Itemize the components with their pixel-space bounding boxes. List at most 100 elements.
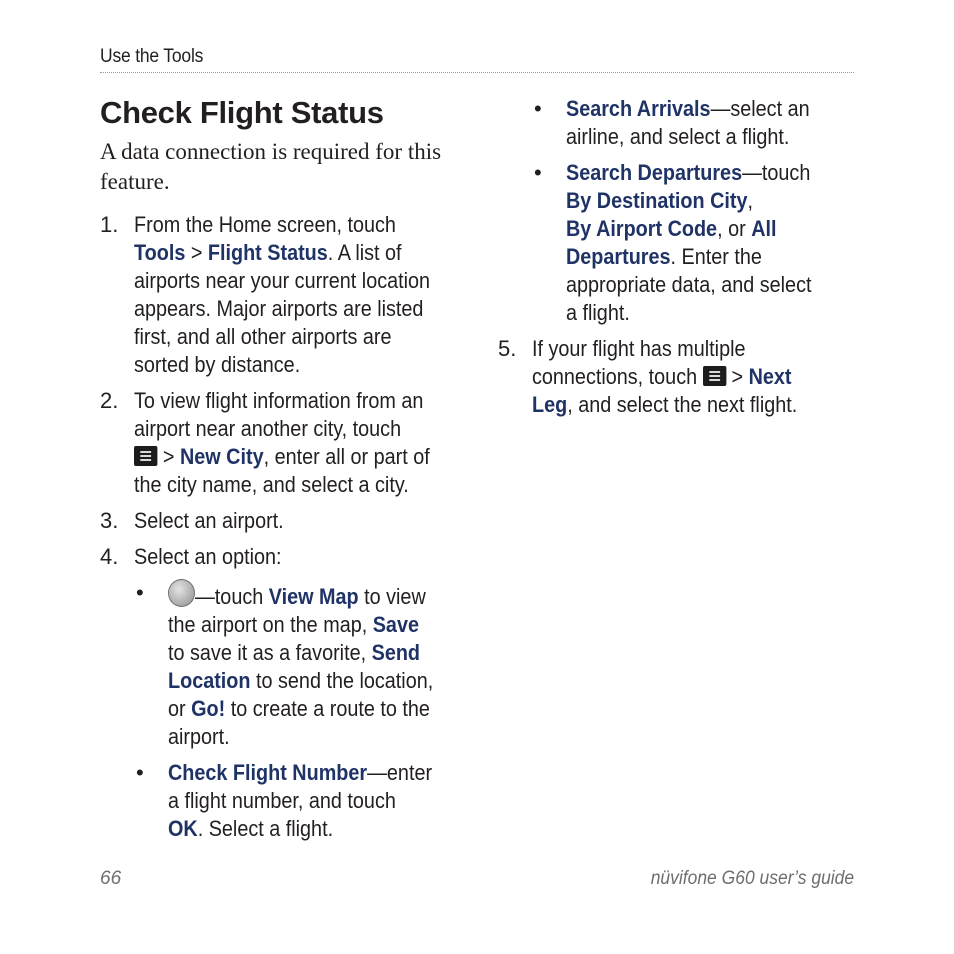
option-text: —touch xyxy=(742,160,811,185)
tools-link[interactable]: Tools xyxy=(134,240,185,265)
left-column: Check Flight Status A data connection is… xyxy=(100,93,470,843)
menu-icon xyxy=(702,366,727,386)
step-text: To view flight information from an xyxy=(134,388,424,413)
option-text: to view xyxy=(358,584,426,609)
option-text: the airport on the map, xyxy=(168,612,373,637)
option-text: , xyxy=(747,188,754,213)
step-number: 3. xyxy=(100,508,119,533)
option-text: or Go! to create a route to the xyxy=(168,695,440,723)
flight-status-link[interactable]: Flight Status xyxy=(208,240,328,265)
option-text: —enter xyxy=(367,760,433,785)
go-link[interactable]: Go! xyxy=(191,696,225,721)
next-leg-link[interactable]: Next xyxy=(749,364,792,389)
pushpin-icon[interactable] xyxy=(168,579,195,607)
page-title: Check Flight Status xyxy=(100,95,384,130)
page-number: 66 xyxy=(100,868,122,889)
option-text: to create a route to the xyxy=(225,696,430,721)
option-text: appropriate data, and select xyxy=(566,272,812,297)
step-4: 4. Select an option: • —touch View Map t… xyxy=(100,543,470,843)
bullet: • xyxy=(534,96,542,121)
view-map-link[interactable]: View Map xyxy=(269,584,359,609)
option-text: Location to send the location, xyxy=(168,667,440,695)
intro-line: feature. xyxy=(100,169,170,194)
option-text: a flight. xyxy=(566,300,630,325)
separator: > xyxy=(157,444,180,469)
intro-line: A data connection is required for this xyxy=(100,139,442,164)
by-airport-code-link[interactable]: By Airport Code xyxy=(566,216,717,241)
option-text: , or xyxy=(717,216,752,241)
step-number: 1. xyxy=(100,212,119,237)
save-link[interactable]: Save xyxy=(373,612,419,637)
option-text: —touch xyxy=(195,584,269,609)
option-text: By Destination City, xyxy=(566,187,829,215)
step-text: From the Home screen, touch xyxy=(134,212,396,237)
separator: > xyxy=(726,364,749,389)
option-check-flight-number: • Check Flight Number—enter a flight num… xyxy=(134,759,470,843)
option-text: —select an xyxy=(710,96,810,121)
check-flight-number-link[interactable]: Check Flight Number xyxy=(168,760,367,785)
guide-title: nüvifone G60 user’s guide xyxy=(650,868,854,889)
step-text: , enter all or part of xyxy=(263,444,430,469)
step-text: > New City, enter all or part of xyxy=(134,443,436,471)
step-number: 4. xyxy=(100,544,119,569)
search-departures-link[interactable]: Search Departures xyxy=(566,160,742,185)
option-text: Search Departures—touch xyxy=(566,159,829,187)
option-text: Check Flight Number—enter xyxy=(168,759,440,787)
bullet: • xyxy=(534,160,542,185)
step-5: 5. If your flight has multiple connectio… xyxy=(498,335,858,419)
step-text: the city name, and select a city. xyxy=(134,472,409,497)
bullet: • xyxy=(136,580,144,605)
step-text: first, and all other airports are xyxy=(134,324,392,349)
header-divider xyxy=(100,72,854,73)
step-2: 2. To view flight information from an ai… xyxy=(100,387,470,499)
step-text: appears. Major airports are listed xyxy=(134,296,424,321)
option-text: . Enter the xyxy=(670,244,762,269)
option-text: —touch View Map to view xyxy=(168,579,440,611)
step-number: 2. xyxy=(100,388,119,413)
option-search-arrivals: • Search Arrivals—select an airline, and… xyxy=(532,95,858,151)
option-pushpin: • —touch View Map to view the airport on… xyxy=(134,579,470,751)
option-text: . Select a flight. xyxy=(197,816,334,841)
by-destination-city-link[interactable]: By Destination City xyxy=(566,188,748,213)
ok-link[interactable]: OK xyxy=(168,816,198,841)
step-text: airport near another city, touch xyxy=(134,416,402,441)
option-text: By Airport Code, or All xyxy=(566,215,829,243)
step-text: Tools > Flight Status. A list of xyxy=(134,239,436,267)
step-text: Select an option: xyxy=(134,544,282,569)
next-leg-link[interactable]: Leg xyxy=(532,392,567,417)
step-text: Select an airport. xyxy=(134,508,284,533)
send-link[interactable]: Send xyxy=(372,640,420,665)
search-arrivals-link[interactable]: Search Arrivals xyxy=(566,96,711,121)
step-text: , and select the next flight. xyxy=(567,392,798,417)
option-text: Search Arrivals—select an xyxy=(566,95,829,123)
option-text: OK. Select a flight. xyxy=(168,815,440,843)
step-text: sorted by distance. xyxy=(134,352,301,377)
option-text: a flight number, and touch xyxy=(168,788,396,813)
new-city-link[interactable]: New City xyxy=(180,444,264,469)
option-text: airline, and select a flight. xyxy=(566,124,790,149)
step-text: connections, touch xyxy=(532,364,703,389)
location-link[interactable]: Location xyxy=(168,668,251,693)
intro-text: A data connection is required for this f… xyxy=(100,137,470,197)
all-departures-link[interactable]: All xyxy=(751,216,776,241)
menu-icon xyxy=(134,446,158,466)
option-text: the airport on the map, Save xyxy=(168,611,440,639)
running-head: Use the Tools xyxy=(100,46,204,67)
step-text: If your flight has multiple xyxy=(532,336,746,361)
step-text: Leg, and select the next flight. xyxy=(532,391,825,419)
step-1: 1. From the Home screen, touch Tools > F… xyxy=(100,211,470,379)
option-search-departures: • Search Departures—touch By Destination… xyxy=(532,159,858,327)
step-text: . A list of xyxy=(327,240,402,265)
option-text: or xyxy=(168,696,192,721)
step-3: 3. Select an airport. xyxy=(100,507,470,535)
option-text: to send the location, xyxy=(250,668,434,693)
step-text: airports near your current location xyxy=(134,268,431,293)
step-text: connections, touch > Next xyxy=(532,363,825,391)
option-text: Departures. Enter the xyxy=(566,243,829,271)
bullet: • xyxy=(136,760,144,785)
step-number: 5. xyxy=(498,336,517,361)
all-departures-link[interactable]: Departures xyxy=(566,244,671,269)
option-text: to save it as a favorite, xyxy=(168,640,372,665)
right-column: • Search Arrivals—select an airline, and… xyxy=(498,95,858,419)
separator: > xyxy=(185,240,208,265)
